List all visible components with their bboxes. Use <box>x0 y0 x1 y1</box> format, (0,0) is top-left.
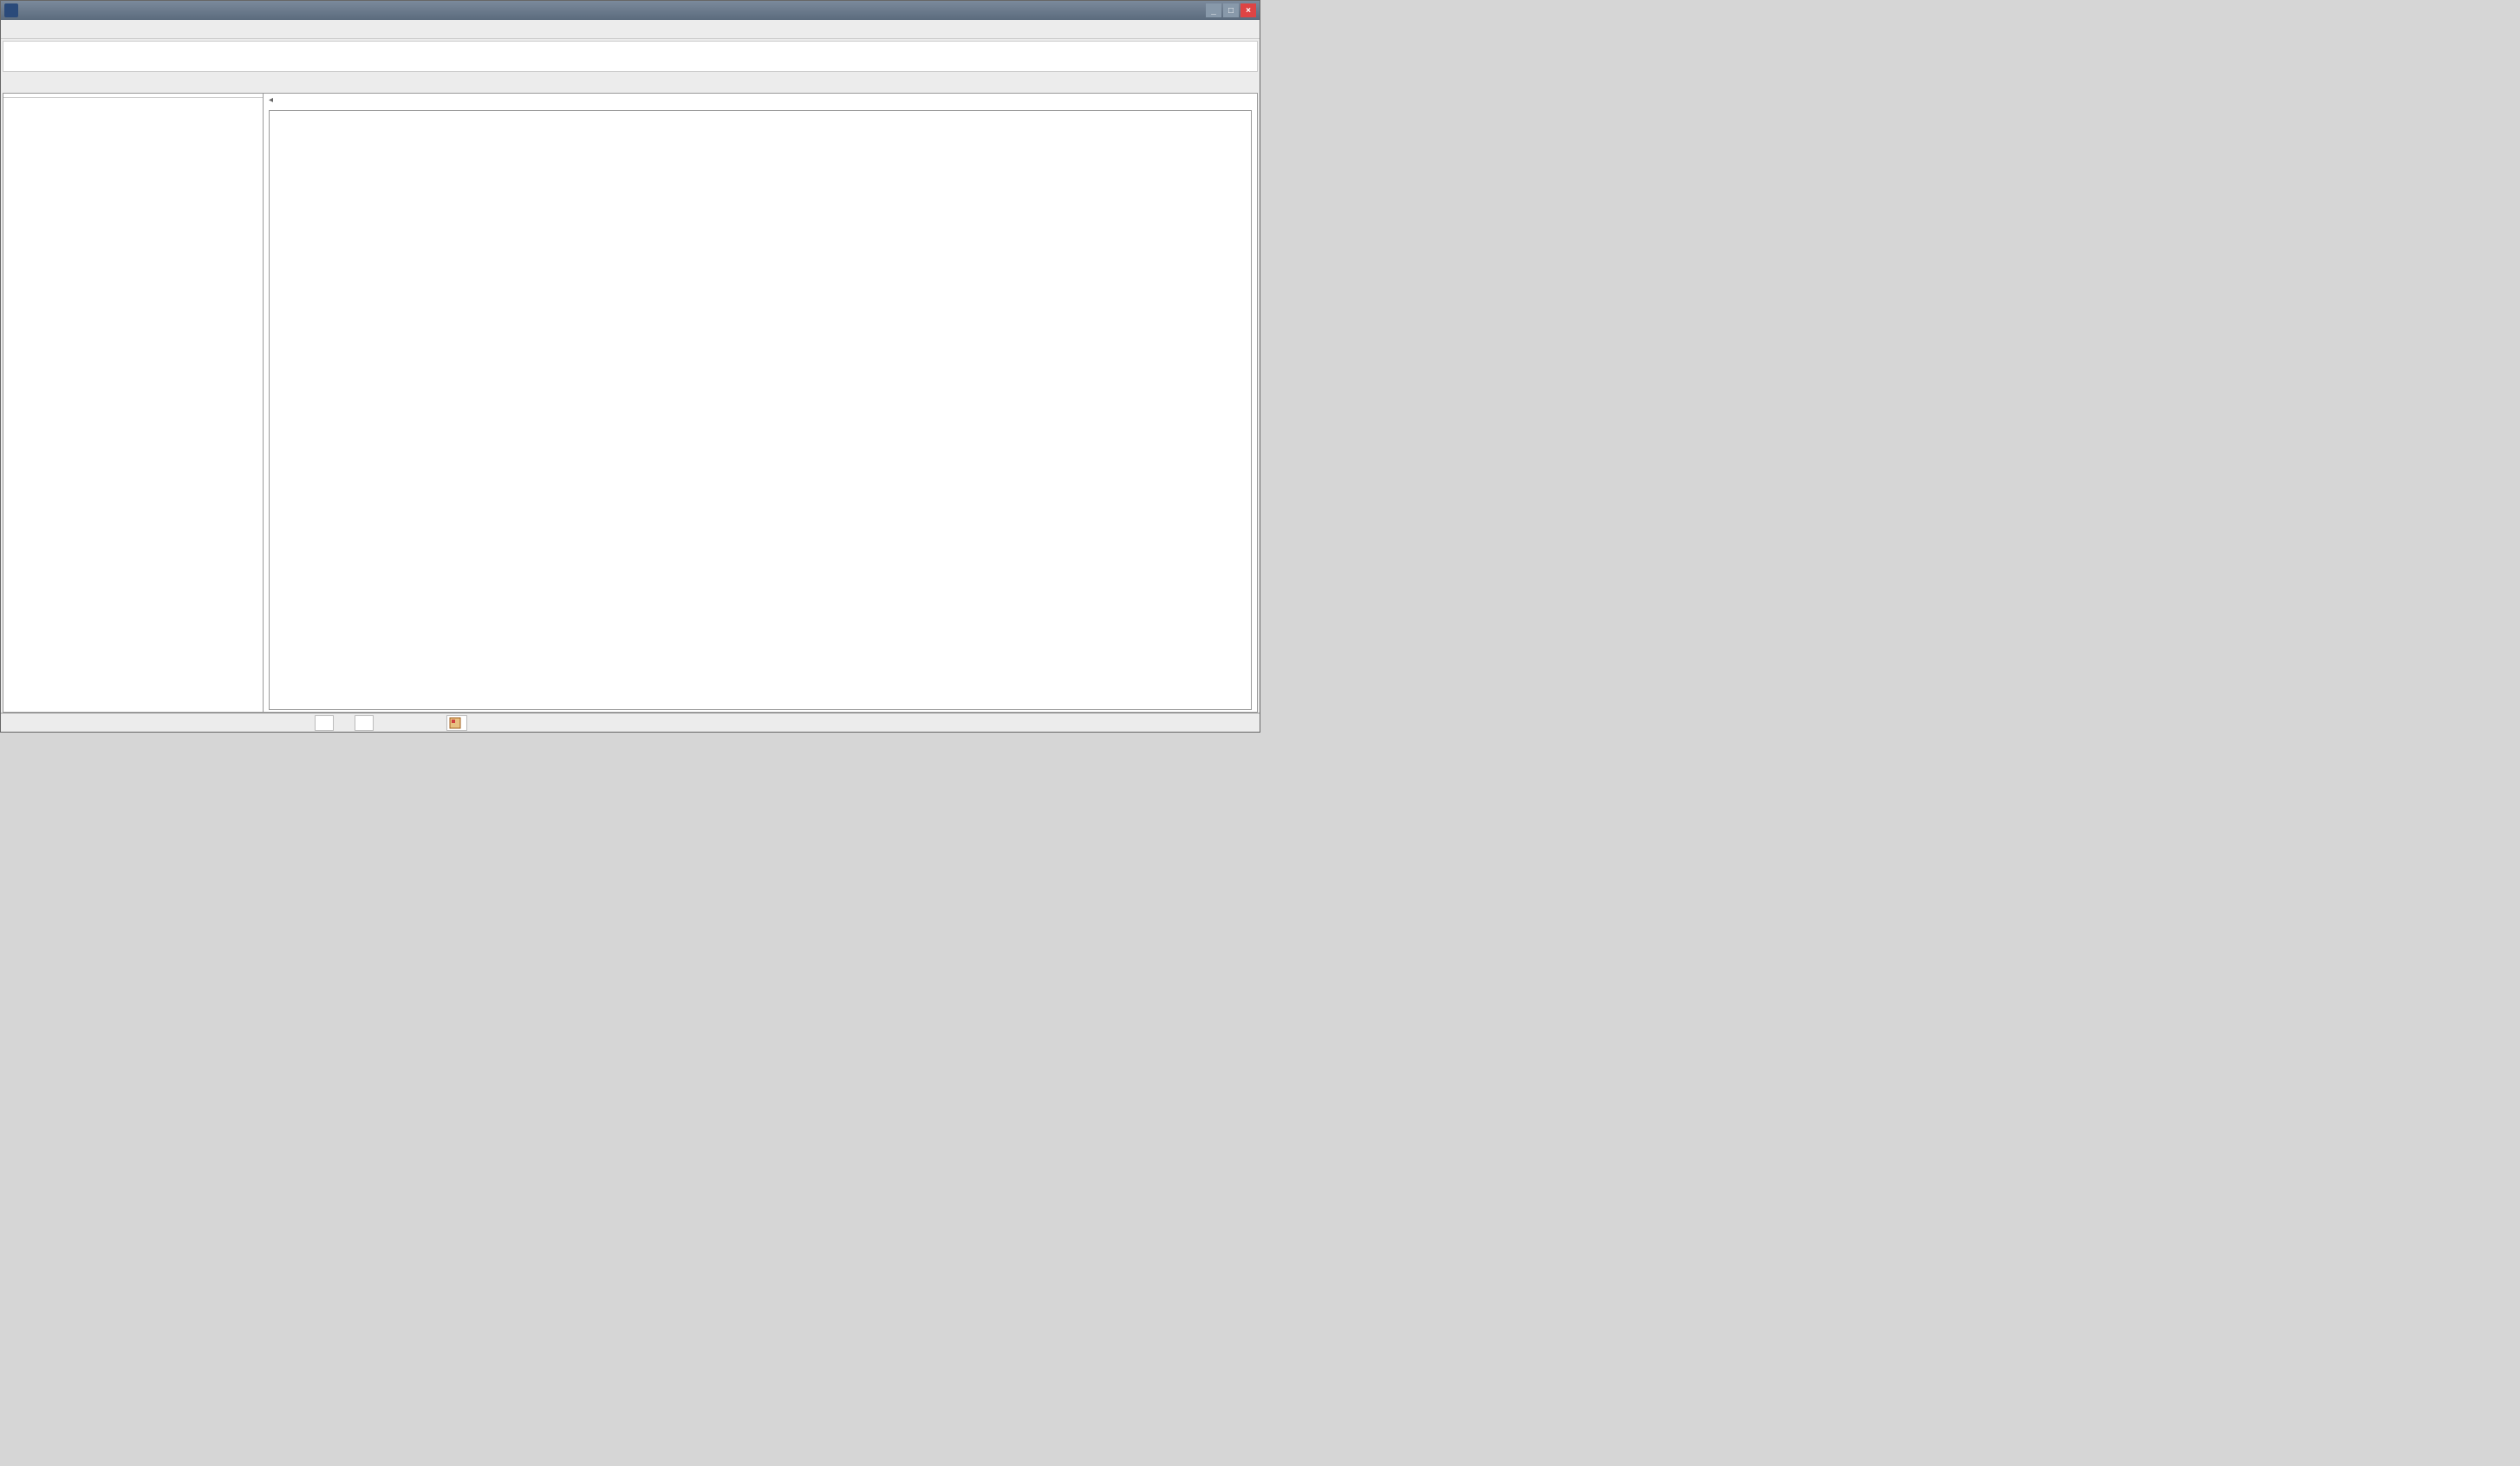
app-window: _ □ × ◂ ▴ ▾ <box>0 0 1260 733</box>
breadcrumb-arrow-icon: ◂ <box>269 95 273 105</box>
menubar <box>1 20 1260 39</box>
breadcrumb: ◂ <box>264 94 1257 107</box>
sheet-icon <box>449 717 461 729</box>
app-icon <box>4 3 18 17</box>
minimize-button[interactable]: _ <box>1206 3 1221 17</box>
chart-title <box>270 111 1251 118</box>
status-icon[interactable] <box>446 715 467 731</box>
chart-svg <box>270 118 1251 673</box>
close-button[interactable]: × <box>1240 3 1256 17</box>
maximize-button[interactable]: □ <box>1223 3 1239 17</box>
status-empty-cells <box>315 715 334 731</box>
tab-strip <box>1 74 1260 93</box>
chart-legend <box>270 675 1251 679</box>
sidebar <box>3 94 264 712</box>
status-rowcol <box>355 715 374 731</box>
toolbar <box>3 41 1258 72</box>
main-panel: ◂ ▴ ▾ <box>264 94 1257 712</box>
chart-panel <box>269 110 1252 710</box>
statusbar <box>1 713 1260 732</box>
tree <box>3 98 263 101</box>
titlebar: _ □ × <box>1 1 1260 20</box>
content-area: ◂ ▴ ▾ <box>3 93 1258 713</box>
